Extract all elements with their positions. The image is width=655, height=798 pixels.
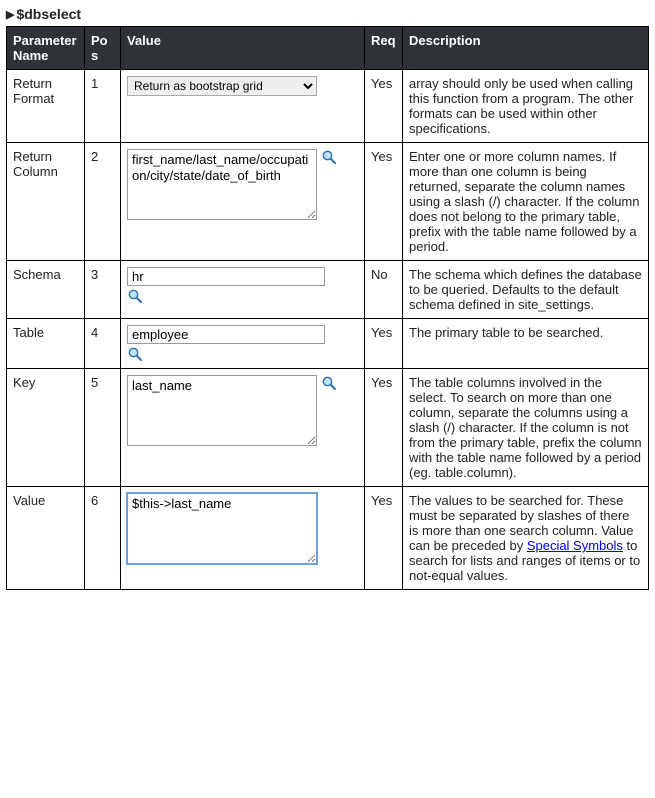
param-value-cell — [121, 143, 365, 261]
param-pos: 3 — [85, 261, 121, 319]
param-req: No — [365, 261, 403, 319]
col-header-pos: Pos — [85, 27, 121, 70]
col-header-value: Value — [121, 27, 365, 70]
param-input[interactable] — [127, 325, 325, 344]
param-desc: Enter one or more column names. If more … — [403, 143, 649, 261]
param-req: Yes — [365, 487, 403, 590]
special-symbols-link[interactable]: Special Symbols — [527, 538, 623, 553]
param-textarea[interactable] — [127, 375, 317, 446]
param-pos: 5 — [85, 369, 121, 487]
magnifier-icon[interactable] — [127, 288, 143, 304]
parameters-table: Parameter Name Pos Value Req Description… — [6, 26, 649, 590]
param-req: Yes — [365, 70, 403, 143]
param-pos: 4 — [85, 319, 121, 369]
param-input[interactable] — [127, 267, 325, 286]
param-desc: array should only be used when calling t… — [403, 70, 649, 143]
section-title: $dbselect — [16, 6, 81, 22]
param-pos: 1 — [85, 70, 121, 143]
param-pos: 6 — [85, 487, 121, 590]
param-textarea[interactable] — [127, 493, 317, 564]
param-value-cell — [121, 487, 365, 590]
param-name: Return Column — [7, 143, 85, 261]
magnifier-icon[interactable] — [127, 346, 143, 362]
col-header-desc: Description — [403, 27, 649, 70]
param-desc: The values to be searched for. These mus… — [403, 487, 649, 590]
param-desc: The table columns involved in the select… — [403, 369, 649, 487]
param-name: Return Format — [7, 70, 85, 143]
param-name: Value — [7, 487, 85, 590]
table-row: Table4 YesThe primary table to be searche… — [7, 319, 649, 369]
section-header: ▶ $dbselect — [6, 6, 649, 22]
return-format-select[interactable]: Return as bootstrap grid — [127, 76, 317, 96]
param-value-cell — [121, 319, 365, 369]
collapse-triangle-icon[interactable]: ▶ — [6, 8, 14, 21]
table-row: Schema3 NoThe schema which defines the da… — [7, 261, 649, 319]
col-header-param: Parameter Name — [7, 27, 85, 70]
table-row: Return Format1 Return as bootstrap grid Ye… — [7, 70, 649, 143]
param-name: Key — [7, 369, 85, 487]
table-row: Value6 YesThe values to be searched for. … — [7, 487, 649, 590]
table-header-row: Parameter Name Pos Value Req Description — [7, 27, 649, 70]
magnifier-icon[interactable] — [321, 149, 337, 165]
param-name: Table — [7, 319, 85, 369]
param-pos: 2 — [85, 143, 121, 261]
param-textarea[interactable] — [127, 149, 317, 220]
param-req: Yes — [365, 319, 403, 369]
param-value-cell — [121, 369, 365, 487]
magnifier-icon[interactable] — [321, 375, 337, 391]
col-header-req: Req — [365, 27, 403, 70]
table-row: Key5 YesThe table columns involved in the… — [7, 369, 649, 487]
param-req: Yes — [365, 369, 403, 487]
table-row: Return Column2 YesEnter one or more colum… — [7, 143, 649, 261]
param-name: Schema — [7, 261, 85, 319]
param-value-cell — [121, 261, 365, 319]
param-desc: The primary table to be searched. — [403, 319, 649, 369]
param-value-cell: Return as bootstrap grid — [121, 70, 365, 143]
param-req: Yes — [365, 143, 403, 261]
param-desc: The schema which defines the database to… — [403, 261, 649, 319]
